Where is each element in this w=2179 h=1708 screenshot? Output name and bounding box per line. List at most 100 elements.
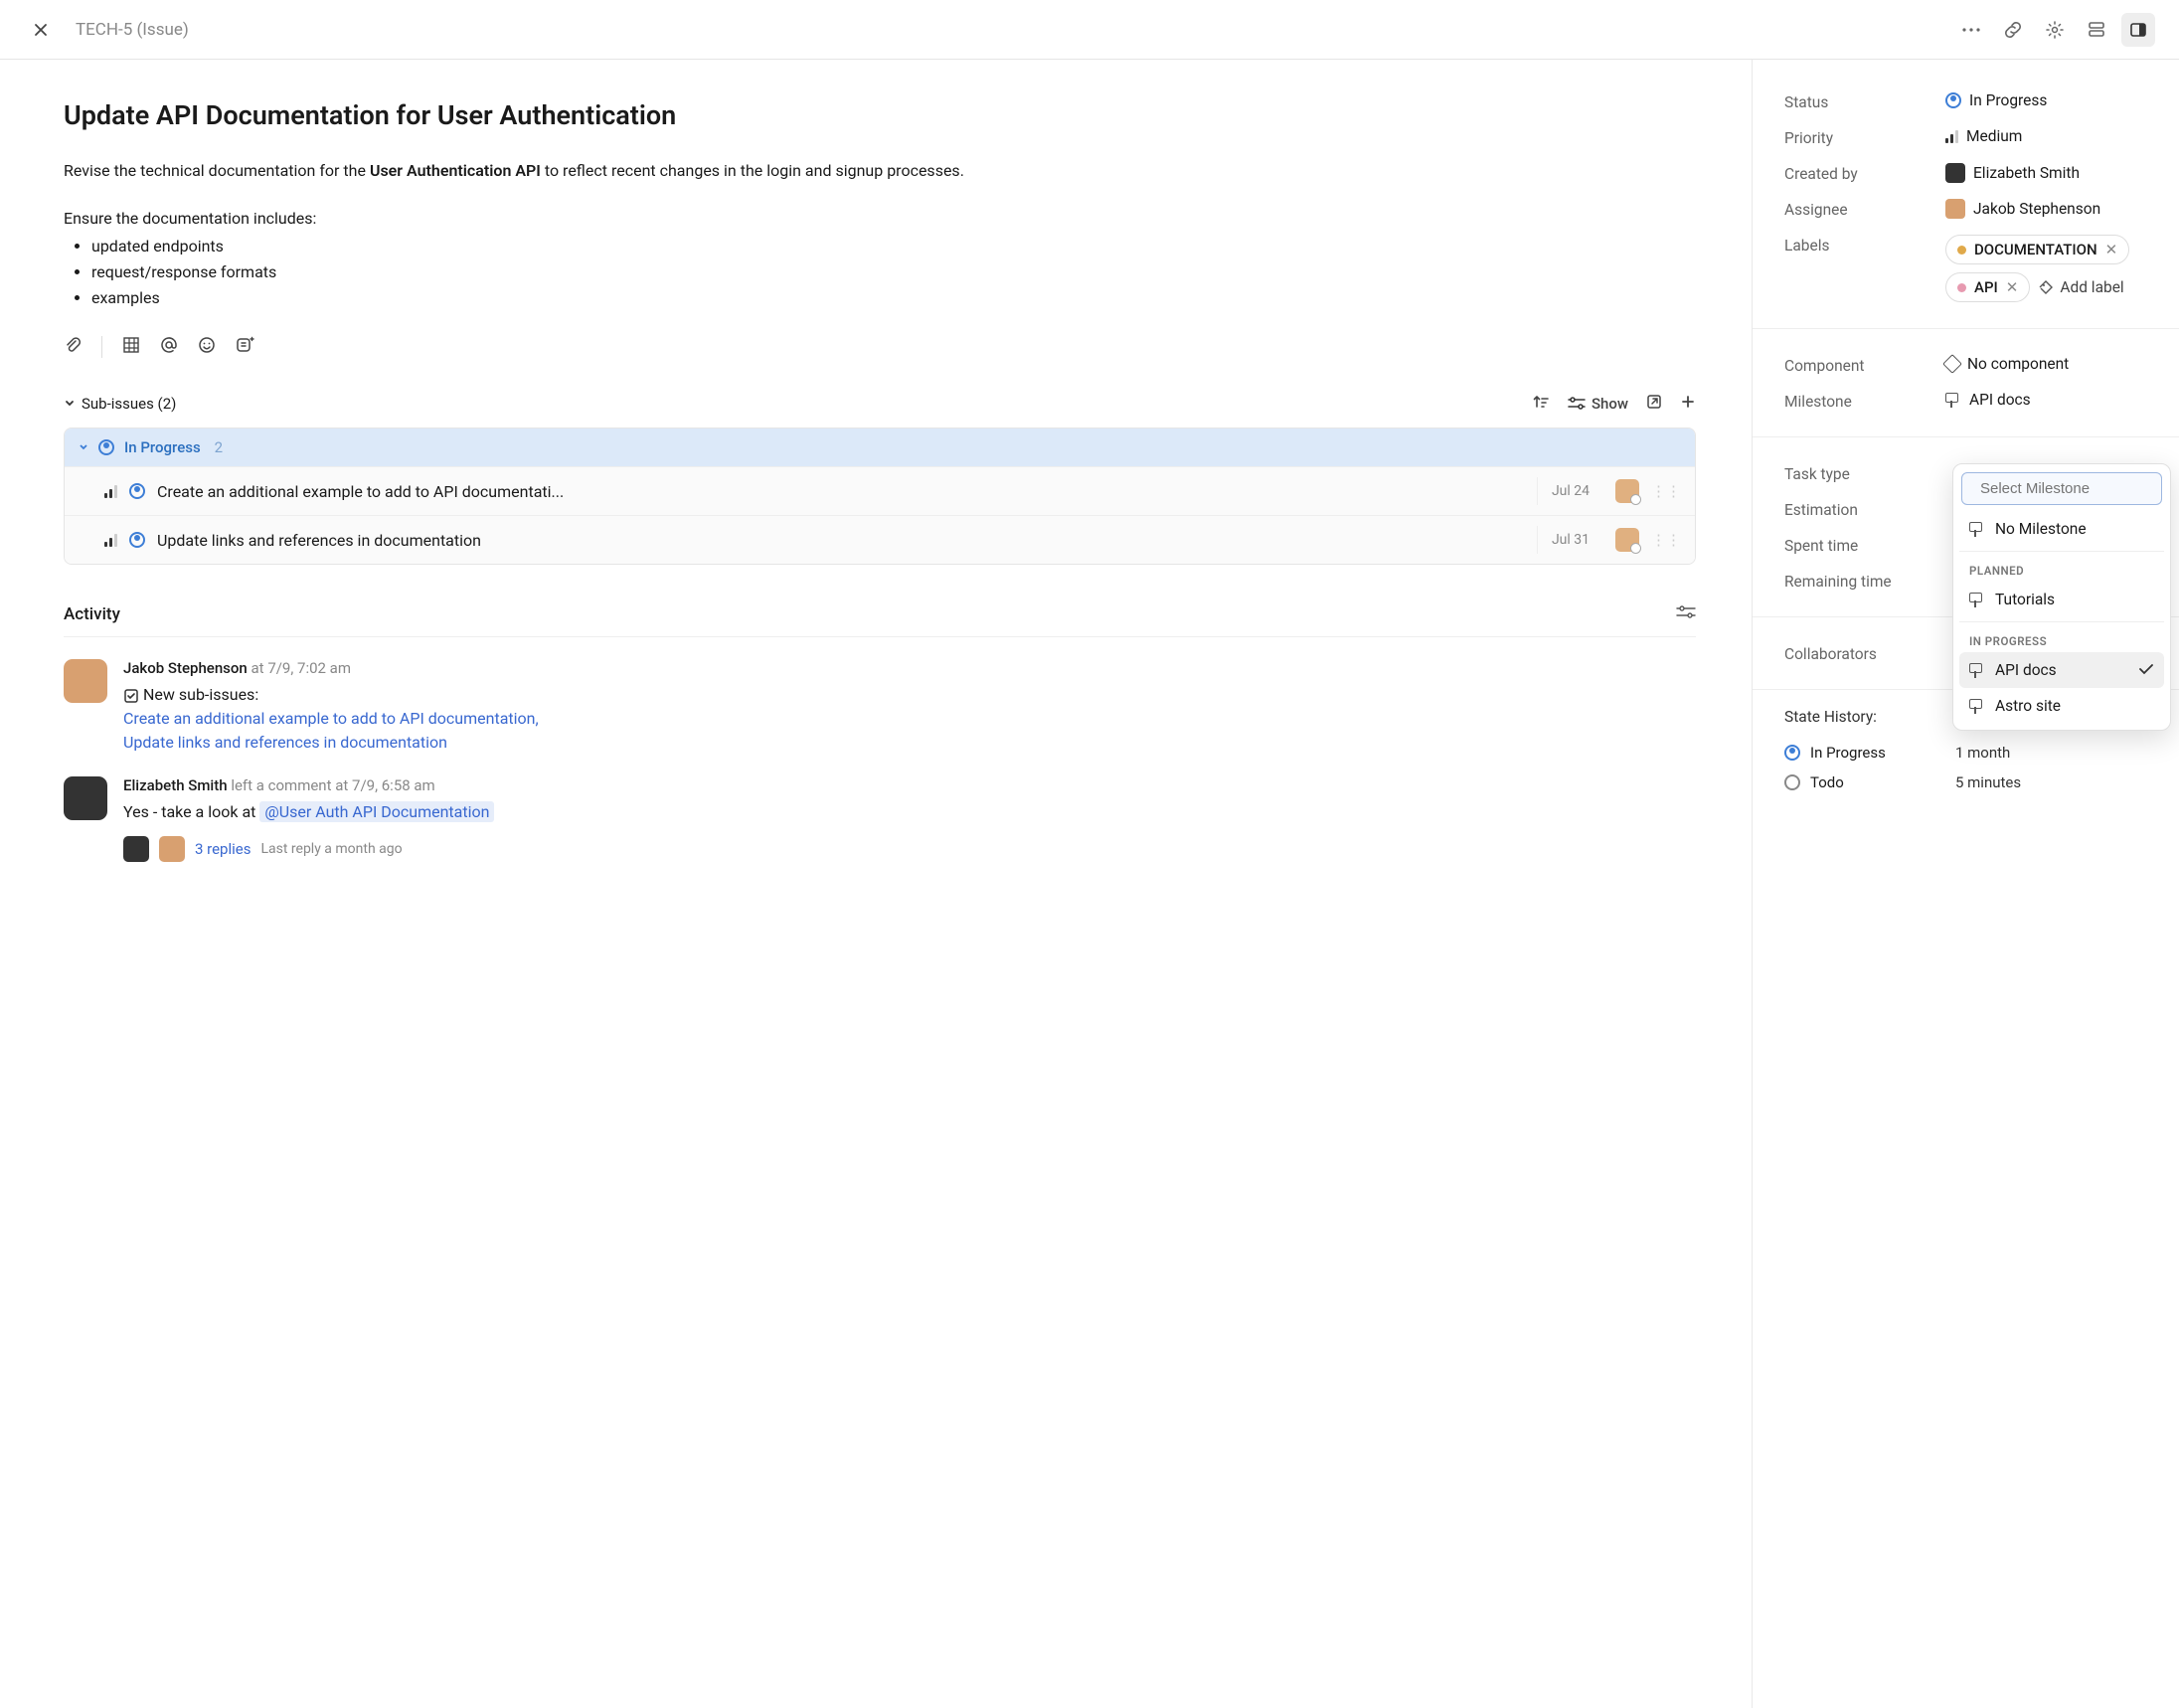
- editor-toolbar: [64, 328, 1696, 366]
- state-history-row: Todo 5 minutes: [1784, 768, 2147, 797]
- avatar: [1945, 199, 1965, 219]
- milestone-icon: [1969, 699, 1985, 713]
- checkmark-icon: [2138, 661, 2154, 679]
- issue-description[interactable]: Revise the technical documentation for t…: [64, 159, 1696, 310]
- activity-author[interactable]: Jakob Stephenson: [123, 659, 248, 677]
- activity-link[interactable]: Create an additional example to add to A…: [123, 709, 539, 728]
- subissue-title: Create an additional example to add to A…: [157, 482, 1525, 501]
- activity-event-label: New sub-issues:: [143, 685, 258, 704]
- subissues-list: In Progress 2 Create an additional examp…: [64, 427, 1696, 565]
- field-label-remaining: Remaining time: [1784, 571, 1933, 591]
- drag-handle-icon[interactable]: ⋮⋮: [1651, 531, 1681, 549]
- milestone-search[interactable]: [1961, 472, 2162, 505]
- status-icon: [129, 483, 145, 499]
- issue-id: TECH-5 (Issue): [76, 20, 189, 40]
- last-reply-meta: Last reply a month ago: [260, 841, 402, 857]
- field-label-tasktype: Task type: [1784, 463, 1933, 483]
- panel-icon[interactable]: [2121, 13, 2155, 47]
- field-label-labels: Labels: [1784, 235, 1933, 255]
- activity-filter-icon[interactable]: [1676, 605, 1696, 623]
- avatar[interactable]: [123, 836, 149, 862]
- avatar: [1945, 163, 1965, 183]
- settings-icon[interactable]: [2038, 13, 2072, 47]
- avatar[interactable]: [1615, 479, 1639, 503]
- milestone-field[interactable]: API docs: [1945, 391, 2147, 409]
- activity-author[interactable]: Elizabeth Smith: [123, 776, 228, 794]
- createdby-field[interactable]: Elizabeth Smith: [1945, 163, 2147, 183]
- subissue-title: Update links and references in documenta…: [157, 531, 1525, 550]
- label-dot-icon: [1957, 246, 1966, 255]
- component-icon: [1942, 354, 1962, 374]
- priority-field[interactable]: Medium: [1945, 127, 2147, 145]
- field-label-status: Status: [1784, 91, 1933, 111]
- layout-icon[interactable]: [2080, 13, 2113, 47]
- activity-heading: Activity: [64, 604, 120, 624]
- label-chip[interactable]: DOCUMENTATION ✕: [1945, 235, 2129, 264]
- mention-icon[interactable]: [160, 336, 178, 358]
- milestone-option[interactable]: Astro site: [1959, 688, 2164, 724]
- status-icon: [1784, 774, 1800, 790]
- priority-icon: [104, 533, 117, 547]
- show-button[interactable]: Show: [1568, 395, 1628, 413]
- field-label-milestone: Milestone: [1784, 391, 1933, 411]
- field-label-priority: Priority: [1784, 127, 1933, 147]
- mention-link[interactable]: @User Auth API Documentation: [259, 801, 494, 822]
- label-chip[interactable]: API ✕: [1945, 272, 2030, 302]
- avatar[interactable]: [1615, 528, 1639, 552]
- field-label-assignee: Assignee: [1784, 199, 1933, 219]
- remove-label-icon[interactable]: ✕: [2105, 241, 2118, 258]
- milestone-icon: [1969, 522, 1985, 536]
- status-icon: [1784, 745, 1800, 761]
- priority-icon: [1945, 129, 1958, 143]
- main-panel: Update API Documentation for User Authen…: [0, 60, 1752, 1708]
- milestone-option[interactable]: API docs: [1959, 652, 2164, 688]
- field-label-estimation: Estimation: [1784, 499, 1933, 519]
- add-label-button[interactable]: Add label: [2038, 278, 2123, 296]
- milestone-group-label: IN PROGRESS: [1959, 626, 2164, 652]
- assignee-field[interactable]: Jakob Stephenson: [1945, 199, 2147, 219]
- subissues-toggle[interactable]: Sub-issues (2): [64, 395, 176, 413]
- table-icon[interactable]: [122, 336, 140, 358]
- more-icon[interactable]: [1954, 13, 1988, 47]
- status-icon: [129, 532, 145, 548]
- subissue-group-header[interactable]: In Progress 2: [65, 428, 1695, 466]
- expand-icon[interactable]: [1646, 394, 1662, 414]
- label-dot-icon: [1957, 283, 1966, 292]
- subissue-row[interactable]: Create an additional example to add to A…: [65, 466, 1695, 515]
- drag-handle-icon[interactable]: ⋮⋮: [1651, 482, 1681, 500]
- avatar[interactable]: [64, 776, 107, 820]
- component-field[interactable]: No component: [1945, 355, 2147, 373]
- milestone-group-label: PLANNED: [1959, 556, 2164, 582]
- status-field[interactable]: In Progress: [1945, 91, 2147, 109]
- close-icon[interactable]: [24, 13, 58, 47]
- state-history-row: In Progress 1 month: [1784, 738, 2147, 768]
- status-icon: [1945, 92, 1961, 108]
- avatar[interactable]: [64, 659, 107, 703]
- milestone-icon: [1969, 663, 1985, 677]
- replies-link[interactable]: 3 replies: [195, 840, 251, 858]
- issue-title[interactable]: Update API Documentation for User Authen…: [64, 99, 1696, 131]
- field-label-createdby: Created by: [1784, 163, 1933, 183]
- status-icon: [98, 439, 114, 455]
- link-icon[interactable]: [1996, 13, 2030, 47]
- add-subissue-icon[interactable]: [1680, 394, 1696, 414]
- attachment-icon[interactable]: [64, 336, 82, 358]
- subissue-row[interactable]: Update links and references in documenta…: [65, 515, 1695, 564]
- milestone-option-none[interactable]: No Milestone: [1959, 511, 2164, 547]
- priority-icon: [104, 484, 117, 498]
- milestone-dropdown: No Milestone PLANNED Tutorials IN PROGRE…: [1952, 463, 2171, 731]
- activity-entry: Jakob Stephenson at 7/9, 7:02 am New sub…: [64, 659, 1696, 755]
- subissue-date: Jul 31: [1537, 526, 1603, 554]
- avatar[interactable]: [159, 836, 185, 862]
- activity-entry: Elizabeth Smith left a comment at 7/9, 6…: [64, 776, 1696, 862]
- add-block-icon[interactable]: [236, 336, 255, 358]
- field-label-spenttime: Spent time: [1784, 535, 1933, 555]
- activity-link[interactable]: Update links and references in documenta…: [123, 733, 447, 752]
- emoji-icon[interactable]: [198, 336, 216, 358]
- sort-icon[interactable]: [1532, 394, 1550, 414]
- details-sidebar: Status In Progress Priority Medium Creat…: [1752, 60, 2179, 1708]
- milestone-search-input[interactable]: [1980, 480, 2178, 497]
- milestone-option[interactable]: Tutorials: [1959, 582, 2164, 617]
- header: TECH-5 (Issue): [0, 0, 2179, 60]
- remove-label-icon[interactable]: ✕: [2006, 278, 2019, 296]
